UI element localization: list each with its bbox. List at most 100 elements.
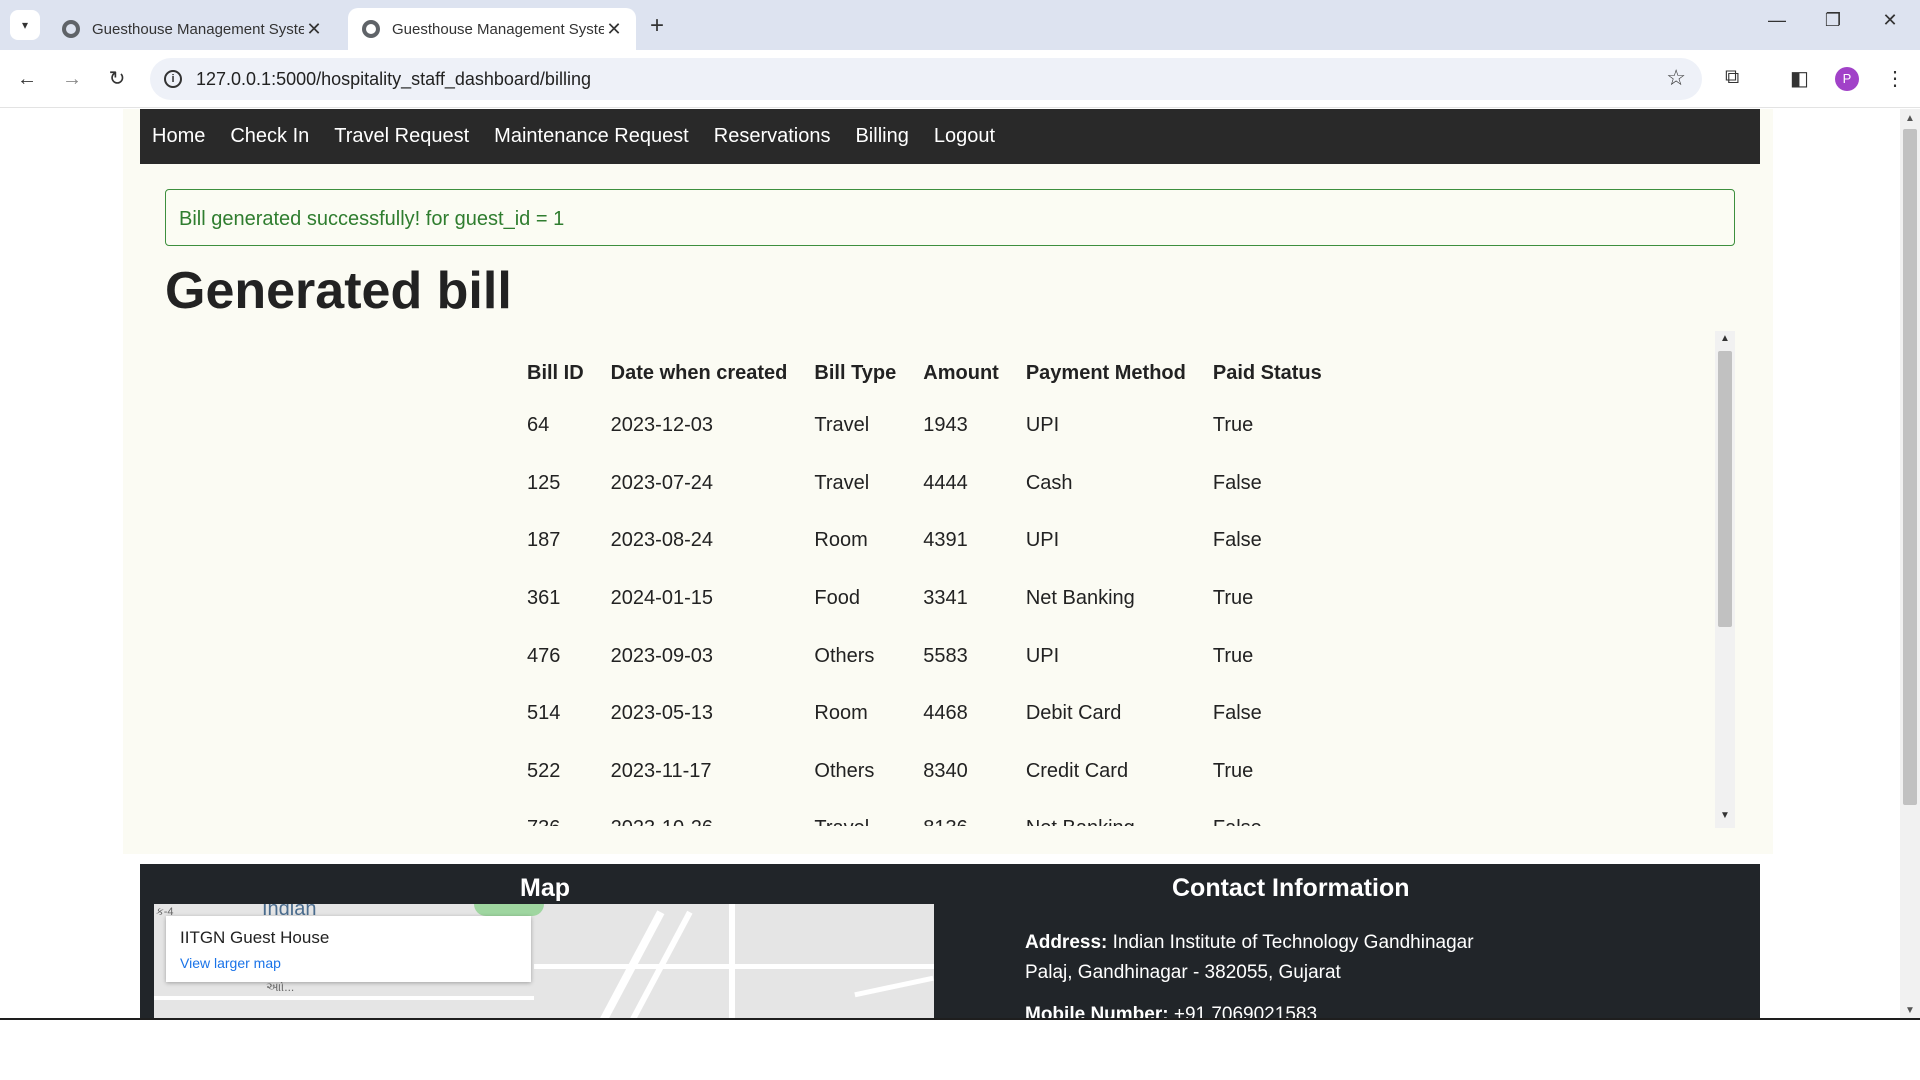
cell-bill-id: 522	[527, 759, 561, 782]
reload-icon[interactable]: ↻	[102, 64, 132, 94]
cell-paid: True	[1212, 414, 1254, 437]
embedded-map[interactable]: Indian ક-4 આો... IITGN Guest House View …	[154, 904, 934, 1020]
tab-close-icon[interactable]: ✕	[604, 19, 624, 40]
nav-reservations[interactable]: Reservations	[714, 125, 831, 148]
desktop-strip	[0, 1020, 1920, 1080]
browser-tab-2-active[interactable]: Guesthouse Management Syste ✕	[348, 8, 636, 50]
address-label: Address:	[1025, 932, 1108, 953]
cell-type: Others	[814, 759, 875, 782]
cell-paid: False	[1212, 471, 1262, 494]
cell-amount: 4468	[923, 702, 968, 725]
bill-table-container[interactable]: Bill ID Date when created Bill Type Amou…	[165, 329, 1735, 827]
cell-paid: True	[1212, 644, 1254, 667]
minimize-icon[interactable]: —	[1762, 10, 1792, 31]
back-arrow-icon[interactable]: ←	[12, 64, 42, 94]
tab-title: Guesthouse Management Syste	[392, 20, 604, 38]
map-title: Map	[520, 874, 570, 902]
cell-date: 2023-12-03	[610, 414, 713, 437]
cell-bill-id: 361	[527, 587, 561, 610]
map-info-card: IITGN Guest House View larger map	[166, 916, 531, 982]
cell-payment: Cash	[1025, 471, 1073, 494]
map-road	[854, 975, 934, 998]
map-park-area	[474, 904, 544, 916]
cell-type: Travel	[814, 800, 923, 826]
col-payment-method: Payment Method	[1025, 361, 1186, 384]
address-line-2: Palaj, Gandhinagar - 382055, Gujarat	[1025, 962, 1341, 983]
nav-maintenance-request[interactable]: Maintenance Request	[494, 125, 689, 148]
profile-avatar[interactable]: P	[1835, 67, 1859, 91]
col-paid-status: Paid Status	[1212, 361, 1322, 384]
nav-home[interactable]: Home	[152, 125, 205, 148]
page-scrollbar[interactable]: ▲ ▼	[1900, 109, 1920, 1020]
table-row: 64 2023-12-03 Travel 1943 UPI True	[527, 397, 1349, 455]
cell-payment: Net Banking	[1026, 800, 1213, 826]
map-road	[534, 964, 934, 969]
nav-check-in[interactable]: Check In	[230, 125, 309, 148]
url-text[interactable]: 127.0.0.1:5000/hospitality_staff_dashboa…	[196, 69, 591, 90]
scroll-down-arrow-icon[interactable]: ▼	[1715, 810, 1735, 826]
cell-payment: UPI	[1025, 644, 1060, 667]
cell-bill-id: 187	[527, 529, 561, 552]
page-viewport: Home Check In Travel Request Maintenance…	[0, 109, 1900, 1020]
view-larger-map-link[interactable]: View larger map	[180, 955, 281, 971]
cell-bill-id: 125	[527, 471, 561, 494]
bookmark-star-icon[interactable]: ☆	[1666, 65, 1686, 91]
cell-date: 2024-01-15	[610, 587, 713, 610]
cell-bill-id: 64	[527, 414, 550, 437]
new-tab-plus-icon[interactable]: +	[650, 12, 664, 40]
cell-amount: 8340	[923, 759, 968, 782]
map-road	[154, 996, 534, 1000]
browser-tab-1[interactable]: Guesthouse Management Syste ✕	[48, 8, 336, 50]
cell-date: 2023-11-17	[610, 759, 712, 782]
cell-amount: 4444	[923, 471, 968, 494]
page-scrollbar-thumb[interactable]	[1903, 129, 1917, 805]
scroll-down-arrow-icon[interactable]: ▼	[1900, 1005, 1920, 1016]
globe-icon	[362, 20, 380, 38]
site-info-icon[interactable]: i	[164, 70, 182, 88]
contact-title: Contact Information	[1172, 874, 1410, 902]
forward-arrow-icon[interactable]: →	[57, 64, 87, 94]
table-scrollbar[interactable]: ▲ ▼	[1715, 331, 1735, 828]
cell-paid: False	[1212, 702, 1262, 725]
cell-type: Travel	[814, 414, 870, 437]
address-bar[interactable]: i 127.0.0.1:5000/hospitality_staff_dashb…	[150, 58, 1702, 100]
map-minor-label: આો...	[266, 980, 295, 994]
menu-dots-icon[interactable]: ⋮	[1885, 66, 1905, 91]
contact-info: Address: Indian Institute of Technology …	[1025, 928, 1474, 1020]
nav-billing[interactable]: Billing	[855, 125, 908, 148]
table-row: 125 2023-07-24 Travel 4444 Cash False	[527, 455, 1349, 513]
table-row: 361 2024-01-15 Food 3341 Net Banking Tru…	[527, 570, 1349, 628]
page-footer: Map Indian ક-4 આો... IITGN Guest House V…	[140, 864, 1760, 1020]
cell-type: Food	[814, 587, 860, 610]
globe-icon	[62, 20, 80, 38]
table-row: 736 2023-10-26 Travel 8136 Net Banking F…	[527, 800, 1349, 826]
tab-search-chevron-icon[interactable]: ▾	[10, 10, 40, 40]
main-navbar: Home Check In Travel Request Maintenance…	[140, 109, 1760, 164]
scroll-up-arrow-icon[interactable]: ▲	[1900, 113, 1920, 124]
restore-icon[interactable]: ❐	[1818, 10, 1848, 31]
col-date-created: Date when created	[610, 361, 788, 384]
extensions-puzzle-icon[interactable]: ⧉	[1725, 66, 1739, 89]
success-alert: Bill generated successfully! for guest_i…	[165, 189, 1735, 246]
table-row: 476 2023-09-03 Others 5583 UPI True	[527, 627, 1349, 685]
side-panel-icon[interactable]: ◧	[1790, 66, 1809, 91]
cell-amount: 5583	[923, 644, 968, 667]
nav-logout[interactable]: Logout	[934, 125, 995, 148]
cell-paid: False	[1212, 529, 1262, 552]
scrollbar-thumb[interactable]	[1718, 351, 1732, 627]
cell-type: Travel	[814, 471, 870, 494]
tab-close-icon[interactable]: ✕	[304, 19, 324, 40]
cell-paid: False	[1213, 800, 1349, 826]
col-bill-type: Bill Type	[814, 361, 897, 384]
cell-payment: Net Banking	[1025, 587, 1135, 610]
scroll-up-arrow-icon[interactable]: ▲	[1715, 333, 1735, 349]
cell-payment: Credit Card	[1025, 759, 1129, 782]
cell-payment: Debit Card	[1025, 702, 1122, 725]
address-line-1: Address: Indian Institute of Technology …	[1025, 928, 1474, 958]
window-close-icon[interactable]: ✕	[1875, 10, 1905, 31]
nav-travel-request[interactable]: Travel Request	[334, 125, 469, 148]
tab-title: Guesthouse Management Syste	[92, 20, 304, 38]
browser-tab-bar: ▾ Guesthouse Management Syste ✕ Guesthou…	[0, 0, 1920, 50]
cell-date: 2023-08-24	[610, 529, 713, 552]
page-title: Generated bill	[165, 262, 512, 320]
